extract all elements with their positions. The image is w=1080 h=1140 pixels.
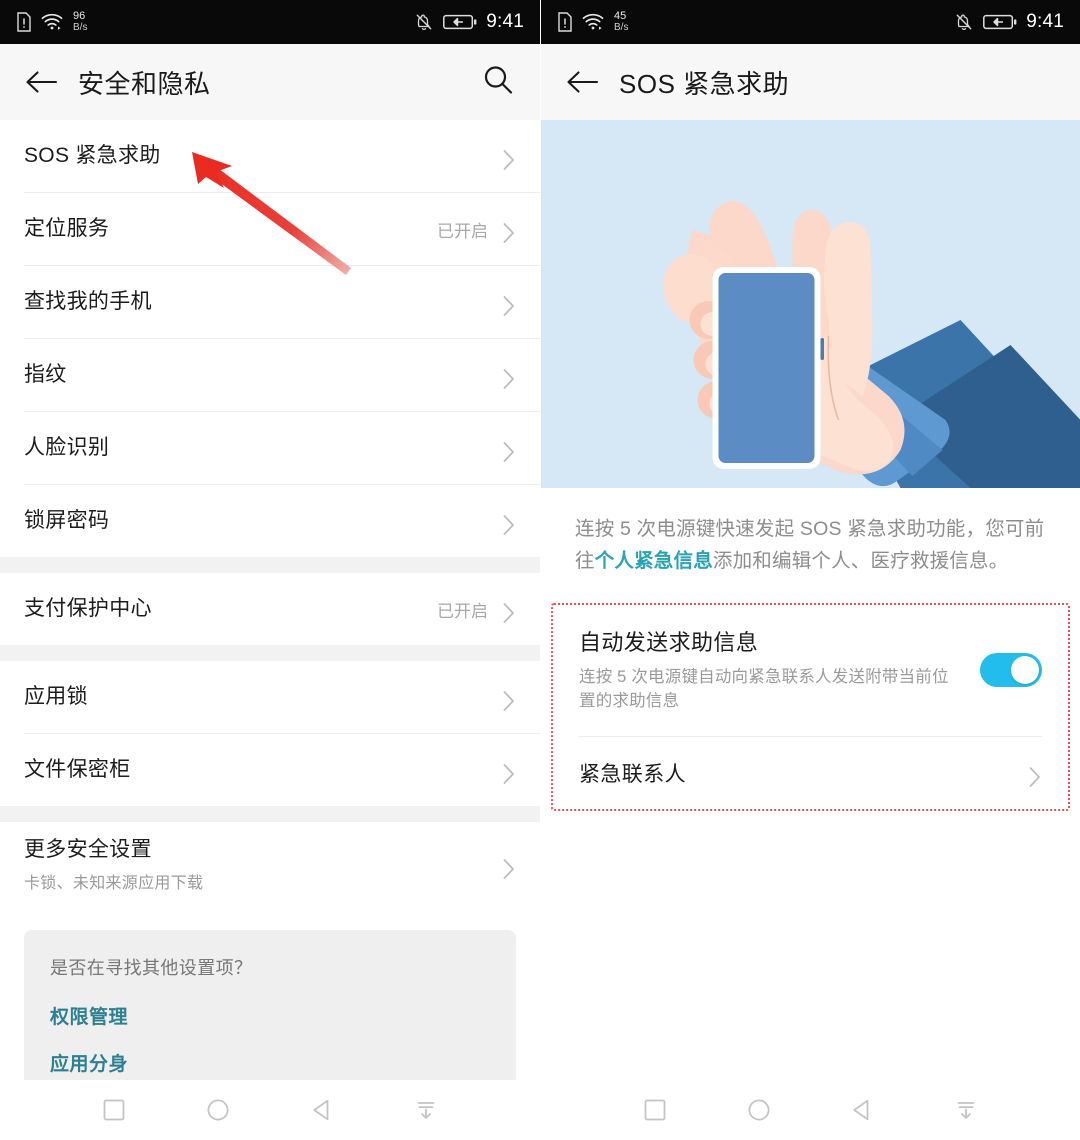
navigation-bar: [0, 1080, 540, 1140]
clock: 9:41: [1026, 11, 1064, 32]
app-bar: SOS 紧急求助: [541, 44, 1080, 120]
dual-screenshot-container: 96 B/s 9:41 安全和隐私 SOS 紧急求助 定位服务 已开启 查找我的…: [0, 0, 1080, 1140]
wifi-icon: [41, 13, 63, 31]
row-value: 已开启: [437, 221, 488, 241]
personal-emergency-info-link[interactable]: 个人紧急信息: [595, 550, 713, 572]
chevron-right-icon: [502, 514, 516, 535]
list-item-find-my-phone[interactable]: 查找我的手机: [0, 266, 540, 338]
empty-space: [541, 811, 1080, 1080]
settings-list: SOS 紧急求助 定位服务 已开启 查找我的手机 指纹 人脸识别 锁屏密码 支付…: [0, 120, 540, 1080]
row-label: 更多安全设置: [24, 838, 152, 862]
row-label: 应用锁: [24, 684, 88, 708]
bell-muted-icon: [954, 12, 974, 32]
row-label: 支付保护中心: [24, 596, 152, 620]
emergency-contacts-row[interactable]: 紧急联系人: [553, 737, 1068, 809]
group-separator: [0, 645, 540, 661]
network-speed: 45 B/s: [614, 10, 629, 33]
group-separator: [0, 557, 540, 573]
chevron-right-icon: [502, 295, 516, 316]
auto-send-sos-row[interactable]: 自动发送求助信息 连按 5 次电源键自动向紧急联系人发送附带当前位置的求助信息: [553, 605, 1068, 736]
row-label: 指纹: [24, 362, 67, 386]
hide-navbar-icon[interactable]: [413, 1097, 439, 1123]
toggle-knob: [1011, 655, 1039, 684]
list-item-more-security[interactable]: 更多安全设置 卡锁、未知来源应用下载: [0, 822, 540, 908]
recents-square-icon[interactable]: [101, 1097, 127, 1123]
bell-muted-icon: [414, 12, 434, 32]
suggestion-card-wrap: 是否在寻找其他设置项？ 权限管理 应用分身: [0, 908, 540, 1080]
battery-charging-icon: [443, 13, 477, 31]
left-phone-screen: 96 B/s 9:41 安全和隐私 SOS 紧急求助 定位服务 已开启 查找我的…: [0, 0, 540, 1140]
speed-value: 45: [614, 10, 627, 23]
chevron-right-icon: [502, 763, 516, 784]
speed-value: 96: [73, 10, 86, 23]
row-label: 定位服务: [24, 216, 110, 240]
chevron-right-icon: [502, 222, 516, 243]
auto-send-subtitle: 连按 5 次电源键自动向紧急联系人发送附带当前位置的求助信息: [579, 668, 949, 711]
back-triangle-icon[interactable]: [309, 1097, 335, 1123]
back-triangle-icon[interactable]: [849, 1097, 875, 1123]
row-value: 已开启: [437, 601, 488, 621]
navigation-bar: [541, 1080, 1080, 1140]
page-title: SOS 紧急求助: [619, 68, 790, 99]
back-arrow-icon[interactable]: [565, 69, 611, 95]
auto-send-title: 自动发送求助信息: [579, 630, 759, 656]
list-item-lockscreen-password[interactable]: 锁屏密码: [0, 485, 540, 557]
row-sublabel: 卡锁、未知来源应用下载: [24, 874, 204, 892]
chevron-right-icon: [502, 602, 516, 623]
network-speed: 96 B/s: [73, 10, 88, 33]
page-title: 安全和隐私: [78, 68, 211, 99]
recents-square-icon[interactable]: [642, 1097, 668, 1123]
row-label: 紧急联系人: [579, 763, 686, 786]
settings-group-1: SOS 紧急求助 定位服务 已开启 查找我的手机 指纹 人脸识别 锁屏密码: [0, 120, 540, 557]
suggestion-question: 是否在寻找其他设置项？: [50, 958, 253, 978]
chevron-right-icon: [502, 441, 516, 462]
row-label: 人脸识别: [24, 435, 110, 459]
row-label: 文件保密柜: [24, 757, 131, 781]
sim-alert-icon: [16, 12, 32, 32]
chevron-right-icon: [502, 690, 516, 711]
chevron-right-icon: [502, 149, 516, 170]
home-circle-icon[interactable]: [205, 1097, 231, 1123]
row-label: 查找我的手机: [24, 289, 152, 313]
chevron-right-icon: [502, 368, 516, 389]
wifi-icon: [582, 13, 604, 31]
list-item-location-service[interactable]: 定位服务 已开启: [0, 193, 540, 265]
battery-charging-icon: [983, 13, 1017, 31]
back-arrow-icon[interactable]: [24, 69, 70, 95]
status-bar: 96 B/s 9:41: [0, 0, 540, 44]
list-item-face-recognition[interactable]: 人脸识别: [0, 412, 540, 484]
auto-send-toggle[interactable]: [980, 652, 1042, 687]
row-label: 锁屏密码: [24, 508, 110, 532]
list-item-payment-protection[interactable]: 支付保护中心 已开启: [0, 573, 540, 645]
settings-group-4: 更多安全设置 卡锁、未知来源应用下载: [0, 822, 540, 908]
suggestion-card: 是否在寻找其他设置项？ 权限管理 应用分身: [24, 930, 516, 1080]
app-bar: 安全和隐私: [0, 44, 540, 120]
sim-alert-icon: [557, 12, 573, 32]
sos-description: 连按 5 次电源键快速发起 SOS 紧急求助功能，您可前往个人紧急信息添加和编辑…: [541, 488, 1080, 599]
suggestion-link-app-twin[interactable]: 应用分身: [50, 1049, 490, 1076]
search-icon[interactable]: [482, 64, 514, 101]
status-bar: 45 B/s 9:41: [541, 0, 1080, 44]
hide-navbar-icon[interactable]: [953, 1097, 979, 1123]
desc-part-2: 添加和编辑个人、医疗救援信息。: [712, 549, 1009, 572]
settings-group-2: 支付保护中心 已开启: [0, 573, 540, 645]
suggestion-link-permission-manager[interactable]: 权限管理: [50, 1002, 490, 1029]
list-item-sos[interactable]: SOS 紧急求助: [0, 120, 540, 192]
row-label: SOS 紧急求助: [24, 143, 161, 167]
home-circle-icon[interactable]: [746, 1097, 772, 1123]
list-item-app-lock[interactable]: 应用锁: [0, 661, 540, 733]
speed-unit: B/s: [73, 21, 88, 33]
hand-holding-phone-illustration: [541, 120, 1080, 488]
chevron-right-icon: [502, 858, 516, 879]
chevron-right-icon: [1028, 766, 1042, 787]
speed-unit: B/s: [614, 21, 629, 33]
list-item-fingerprint[interactable]: 指纹: [0, 339, 540, 411]
list-item-file-safe[interactable]: 文件保密柜: [0, 734, 540, 806]
group-separator: [0, 806, 540, 822]
settings-group-3: 应用锁 文件保密柜: [0, 661, 540, 806]
annotation-box: 自动发送求助信息 连按 5 次电源键自动向紧急联系人发送附带当前位置的求助信息 …: [551, 603, 1070, 811]
clock: 9:41: [486, 11, 524, 32]
right-phone-screen: 45 B/s 9:41 SOS 紧急求助 连按 5 次电源键快速发起 SOS 紧…: [540, 0, 1080, 1140]
